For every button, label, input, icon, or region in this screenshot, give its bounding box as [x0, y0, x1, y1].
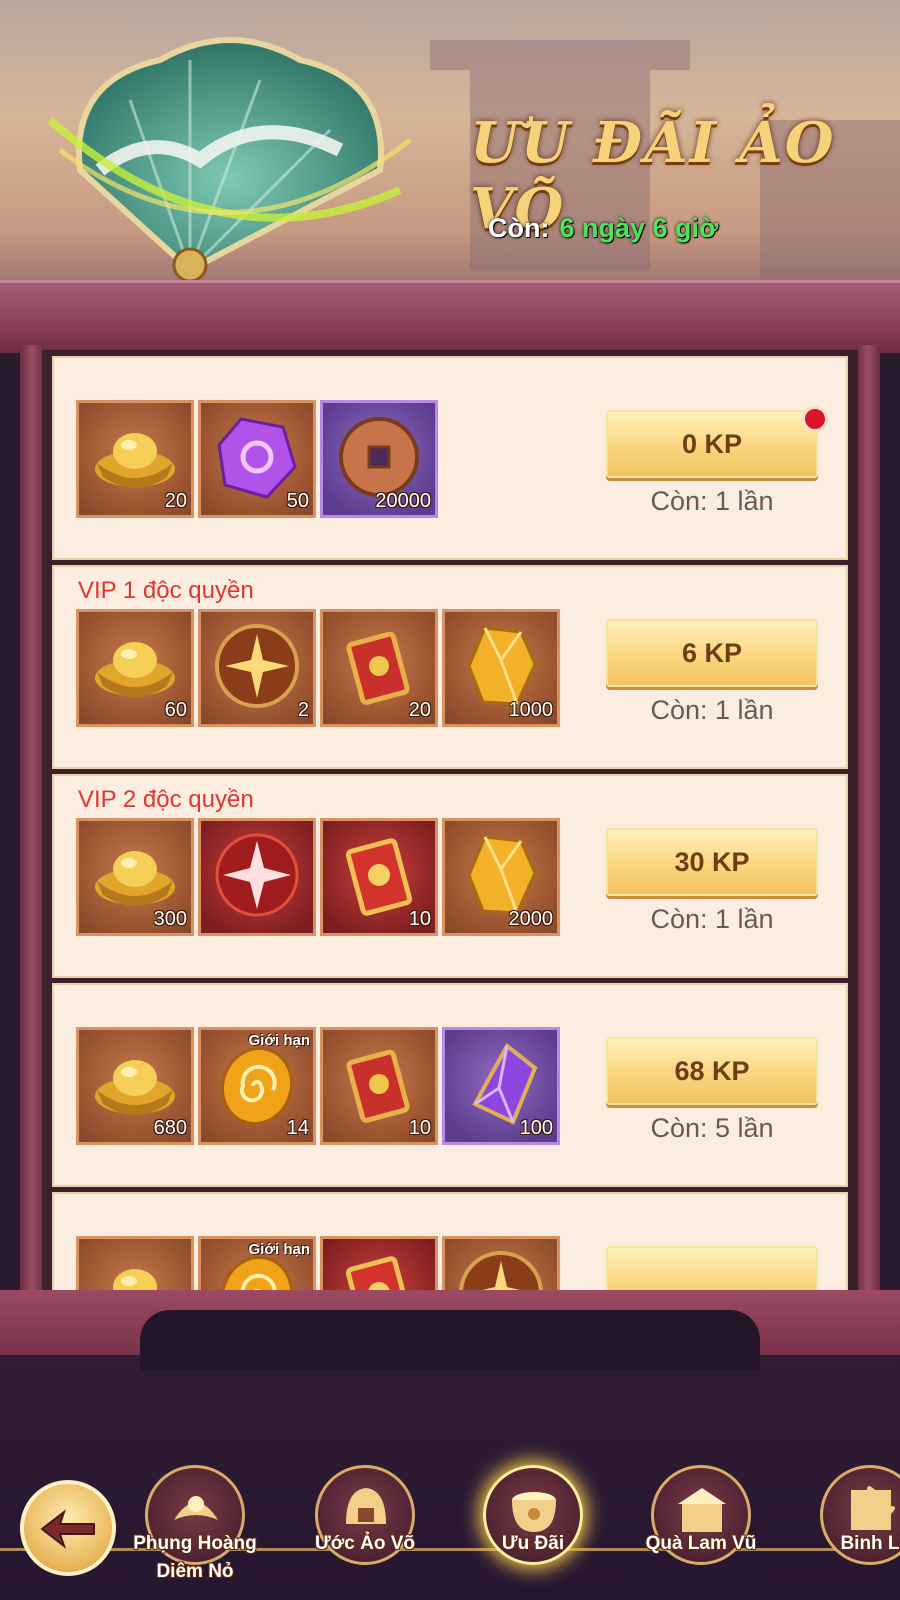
vip-exclusive-label: VIP 1 độc quyền — [78, 577, 254, 604]
reward-item[interactable]: 20000 — [320, 400, 438, 518]
reward-item[interactable]: 2000 — [442, 818, 560, 936]
item-quantity: 14 — [286, 1117, 309, 1139]
offer-row: 680 Giới hạn 14 10 100 68 KP Còn: 5 lần — [52, 983, 848, 1187]
vip-exclusive-label: VIP 2 độc quyền — [78, 786, 254, 813]
reward-item[interactable]: 20 — [76, 400, 194, 518]
buy-button[interactable] — [606, 1246, 818, 1290]
limit-tag: Giới hạn — [248, 1241, 310, 1258]
back-arrow-icon — [40, 1509, 95, 1549]
reward-item[interactable]: 2 — [198, 609, 316, 727]
item-quantity: 10 — [408, 908, 431, 930]
nav-tab-label: Binh L — [840, 1533, 900, 1554]
reward-item[interactable] — [76, 1236, 194, 1290]
nav-tab[interactable]: Ước Ảo Võ — [310, 1460, 420, 1570]
panel-frame-left — [20, 345, 44, 1295]
buy-button[interactable]: 6 KP — [606, 619, 818, 687]
nav-tab[interactable]: Phụng Hoàng Diêm Nỏ — [133, 1460, 257, 1582]
nav-tab[interactable]: Binh L — [815, 1460, 900, 1570]
item-quantity: 20 — [408, 699, 431, 721]
limit-tag: Giới hạn — [248, 1032, 310, 1049]
item-quantity: 20 — [164, 490, 187, 512]
countdown-label: Còn: — [488, 213, 550, 243]
reward-item[interactable]: 10 — [320, 818, 438, 936]
item-quantity: 300 — [153, 908, 187, 930]
buy-button[interactable]: 68 KP — [606, 1037, 818, 1105]
item-quantity: 2000 — [508, 908, 554, 930]
nav-tab-label: Ưu Đãi — [501, 1533, 565, 1554]
reward-item[interactable]: Giới hạn — [198, 1236, 316, 1290]
nav-tab-label: Ước Ảo Võ — [314, 1533, 415, 1554]
remaining-count: Còn: 1 lần — [650, 904, 774, 934]
back-button[interactable] — [20, 1480, 116, 1576]
item-quantity: 2 — [297, 699, 309, 721]
item-quantity: 100 — [519, 1117, 553, 1139]
reward-items: 680 Giới hạn 14 10 100 — [76, 1027, 560, 1145]
offer-list[interactable]: 20 50 20000 0 KP Còn: 1 lần VIP 1 độc quyền 60… — [42, 350, 858, 1290]
panel-frame-top — [0, 280, 900, 353]
nav-tab[interactable]: Quà Lam Vũ — [646, 1460, 756, 1570]
buy-button[interactable]: 30 KP — [606, 828, 818, 896]
panel-frame-right — [856, 345, 880, 1295]
reward-item[interactable]: 10 — [320, 1027, 438, 1145]
reward-item[interactable] — [320, 1236, 438, 1290]
item-quantity: 1000 — [508, 699, 554, 721]
nav-tab-label: Quà Lam Vũ — [645, 1533, 757, 1554]
offer-row: VIP 1 độc quyền 60 2 20 1000 6 KP Còn: 1 lần — [52, 565, 848, 769]
reward-items: 20 50 20000 — [76, 400, 438, 518]
reward-item[interactable]: 100 — [442, 1027, 560, 1145]
reward-item[interactable] — [198, 818, 316, 936]
buy-button[interactable]: 0 KP — [606, 410, 818, 478]
reward-item[interactable] — [442, 1236, 560, 1290]
item-quantity: 10 — [408, 1117, 431, 1139]
jade-fan-icon — [47, 37, 412, 280]
nav-tab[interactable]: Ưu Đãi — [478, 1460, 588, 1570]
offer-row: 20 50 20000 0 KP Còn: 1 lần — [52, 356, 848, 560]
notification-dot — [802, 406, 828, 432]
remaining-count: Còn: 1 lần — [650, 695, 774, 725]
item-quantity: 20000 — [375, 490, 431, 512]
countdown: Còn: 6 ngày 6 giờ — [488, 213, 718, 244]
remaining-count: Còn: 1 lần — [650, 486, 774, 516]
reward-item[interactable]: 680 — [76, 1027, 194, 1145]
item-quantity: 680 — [153, 1117, 187, 1139]
remaining-count: Còn: 5 lần — [650, 1113, 774, 1143]
reward-item[interactable]: 300 — [76, 818, 194, 936]
temple-roof-silhouette — [430, 40, 690, 70]
reward-item[interactable]: 20 — [320, 609, 438, 727]
nav-curve — [140, 1310, 760, 1370]
countdown-value: 6 ngày 6 giờ — [559, 213, 719, 243]
reward-item[interactable]: 60 — [76, 609, 194, 727]
reward-item[interactable]: Giới hạn 14 — [198, 1027, 316, 1145]
item-quantity: 50 — [286, 490, 309, 512]
offer-row: Giới hạn — [52, 1192, 848, 1290]
nav-tab-label: Phụng Hoàng Diêm Nỏ — [133, 1533, 257, 1582]
reward-items: 300 10 2000 — [76, 818, 560, 936]
reward-item[interactable]: 1000 — [442, 609, 560, 727]
reward-items: 60 2 20 1000 — [76, 609, 560, 727]
item-quantity: 60 — [164, 699, 187, 721]
offer-row: VIP 2 độc quyền 300 10 2000 30 KP Còn: 1 lần — [52, 774, 848, 978]
reward-items: Giới hạn — [76, 1236, 560, 1290]
reward-item[interactable]: 50 — [198, 400, 316, 518]
